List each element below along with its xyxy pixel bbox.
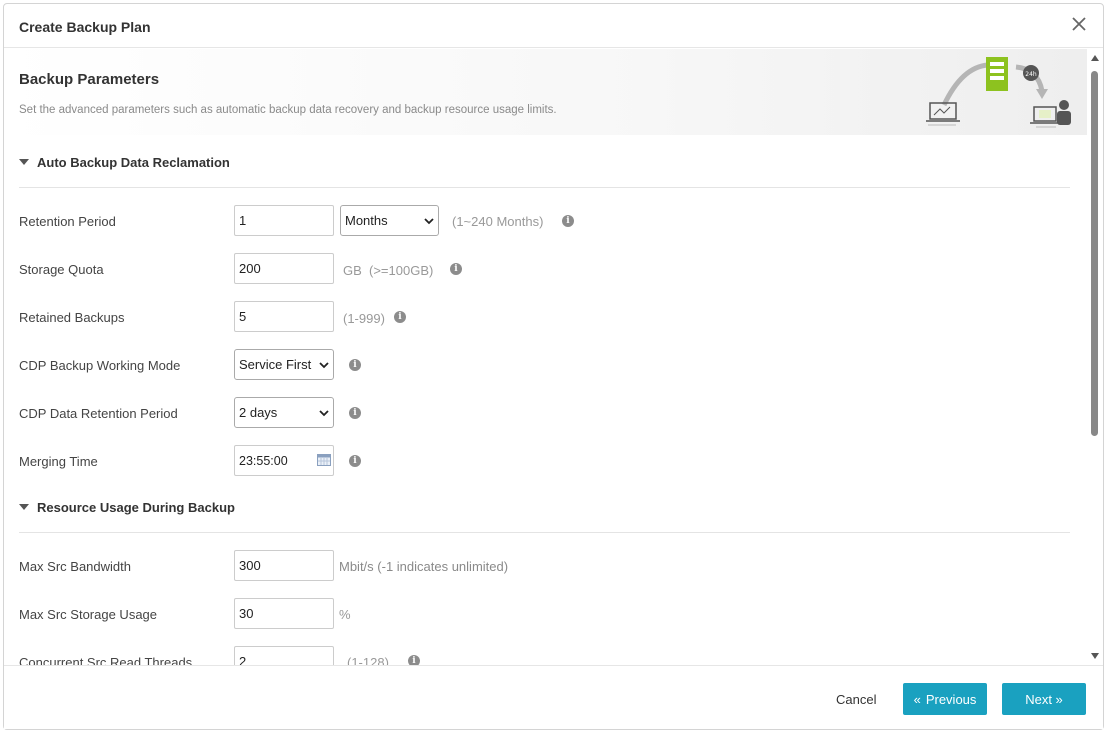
- banner-heading: Backup Parameters: [19, 71, 160, 88]
- create-backup-plan-dialog: Create Backup Plan Backup Parameters Set…: [3, 3, 1104, 730]
- retention-unit-select[interactable]: Months: [340, 205, 439, 236]
- close-icon[interactable]: [1069, 14, 1089, 34]
- section-title: Auto Backup Data Reclamation: [37, 155, 230, 170]
- collapse-triangle-icon: [19, 159, 29, 165]
- cancel-button[interactable]: Cancel: [836, 692, 876, 707]
- dialog-titlebar: Create Backup Plan: [4, 4, 1103, 48]
- double-chevron-left-icon: «: [913, 691, 921, 707]
- collapse-triangle-icon: [19, 504, 29, 510]
- backup-illustration-icon: 24h: [926, 57, 1071, 128]
- previous-button[interactable]: «Previous: [903, 683, 987, 715]
- read-threads-input[interactable]: 2: [234, 646, 334, 665]
- cdp-mode-label: CDP Backup Working Mode: [19, 358, 181, 373]
- merging-time-label: Merging Time: [19, 454, 98, 469]
- previous-label: Previous: [925, 691, 977, 707]
- cdp-mode-value: Service First: [239, 357, 312, 372]
- retention-period-input[interactable]: 1: [234, 205, 334, 236]
- next-button[interactable]: Next »: [1002, 683, 1086, 715]
- info-icon[interactable]: i: [394, 311, 406, 323]
- cdp-retention-label: CDP Data Retention Period: [19, 406, 178, 421]
- info-icon[interactable]: i: [408, 655, 420, 665]
- scroll-down-arrow-icon[interactable]: [1091, 653, 1099, 659]
- retained-backups-input[interactable]: 5: [234, 301, 334, 332]
- info-icon[interactable]: i: [349, 359, 361, 371]
- dialog-content: Backup Parameters Set the advanced param…: [4, 49, 1087, 665]
- max-storage-usage-hint: %: [339, 607, 351, 622]
- illustration-badge: 24h: [1025, 71, 1037, 78]
- cdp-retention-value: 2 days: [239, 405, 278, 420]
- chevron-down-icon: [319, 361, 329, 368]
- retention-unit-value: Months: [345, 213, 388, 228]
- merging-time-value: 23:55:00: [239, 453, 288, 468]
- info-icon[interactable]: i: [562, 215, 574, 227]
- chevron-down-icon: [319, 409, 329, 416]
- content-scrollbar[interactable]: [1088, 51, 1102, 663]
- section-resource-usage[interactable]: Resource Usage During Backup: [19, 500, 235, 515]
- retention-period-label: Retention Period: [19, 214, 116, 229]
- section-auto-reclamation[interactable]: Auto Backup Data Reclamation: [19, 155, 230, 170]
- retention-period-hint: (1~240 Months): [452, 214, 544, 229]
- retained-backups-label: Retained Backups: [19, 310, 125, 325]
- section-title: Resource Usage During Backup: [37, 500, 235, 515]
- cdp-retention-select[interactable]: 2 days: [234, 397, 334, 428]
- max-storage-usage-label: Max Src Storage Usage: [19, 607, 158, 622]
- read-threads-hint: (1-128): [347, 655, 389, 665]
- section-divider: [19, 532, 1070, 533]
- storage-quota-label: Storage Quota: [19, 262, 104, 277]
- retained-backups-hint: (1-999): [343, 311, 385, 326]
- info-icon[interactable]: i: [450, 263, 462, 275]
- cdp-mode-select[interactable]: Service First: [234, 349, 334, 380]
- scroll-up-arrow-icon[interactable]: [1091, 55, 1099, 61]
- max-storage-usage-input[interactable]: 30: [234, 598, 334, 629]
- section-divider: [19, 187, 1070, 188]
- scrollbar-thumb[interactable]: [1091, 71, 1098, 436]
- storage-quota-hint: GB (>=100GB): [343, 263, 434, 278]
- dialog-title: Create Backup Plan: [19, 19, 151, 35]
- max-bandwidth-hint: Mbit/s (-1 indicates unlimited): [339, 559, 509, 574]
- storage-quota-input[interactable]: 200: [234, 253, 334, 284]
- read-threads-label: Concurrent Src Read Threads: [19, 655, 193, 665]
- max-bandwidth-input[interactable]: 300: [234, 550, 334, 581]
- chevron-down-icon: [424, 217, 434, 224]
- dialog-footer: Cancel «Previous Next »: [4, 665, 1103, 729]
- banner-description: Set the advanced parameters such as auto…: [19, 104, 557, 116]
- info-icon[interactable]: i: [349, 407, 361, 419]
- max-bandwidth-label: Max Src Bandwidth: [19, 559, 131, 574]
- calendar-icon[interactable]: [317, 454, 331, 466]
- info-icon[interactable]: i: [349, 455, 361, 467]
- banner: Backup Parameters Set the advanced param…: [4, 49, 1087, 135]
